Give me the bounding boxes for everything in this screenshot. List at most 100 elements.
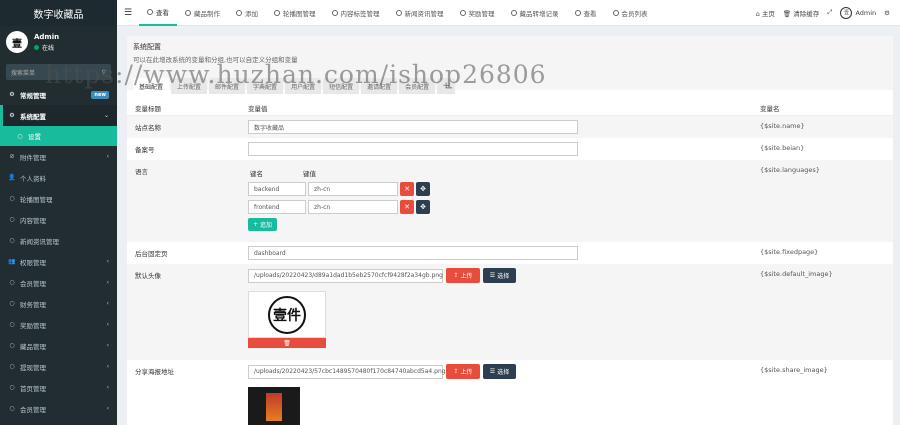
- sidebar-item-content: ○ 提现管理: [8, 362, 46, 372]
- beian-input[interactable]: [248, 142, 578, 156]
- sidebar-item[interactable]: ○ 轮播图管理: [0, 188, 117, 209]
- sidebar-item[interactable]: ○ 会员管理 ‹: [0, 398, 117, 419]
- nav-tab-label: 查看: [583, 9, 597, 18]
- group-tab[interactable]: 字典配置: [247, 78, 284, 94]
- nav-tab[interactable]: 轮播图管理: [266, 0, 324, 26]
- site-name-input[interactable]: 数字收藏品: [248, 120, 578, 134]
- menu-toggle-icon[interactable]: ☰: [117, 8, 139, 18]
- remove-row-icon[interactable]: ✕: [400, 182, 414, 196]
- sidebar-item[interactable]: ○ 新闻资讯管理: [0, 230, 117, 251]
- sidebar-item[interactable]: ○ 会员管理 ‹: [0, 272, 117, 293]
- drag-handle-icon[interactable]: ✥: [416, 182, 430, 196]
- sidebar-item[interactable]: ○ 首页管理 ‹: [0, 377, 117, 398]
- clear-cache-label: 清除缓存: [793, 9, 820, 18]
- sidebar-item-label: 奖励管理: [20, 321, 46, 330]
- upload-button[interactable]: ⇪ 上传: [446, 268, 480, 283]
- group-tab[interactable]: 用户配置: [285, 78, 322, 94]
- app-brand[interactable]: 数字收藏品: [0, 0, 117, 26]
- clear-cache-button[interactable]: 🗑 清除缓存: [783, 8, 819, 18]
- sidebar-item-content: ⊘ 附件管理: [8, 152, 46, 162]
- lang-key-input[interactable]: frontend: [248, 200, 306, 214]
- config-row-beian: 备案号 {$site.beian}: [127, 138, 893, 160]
- sidebar-item[interactable]: 👤 个人资料: [0, 167, 117, 188]
- chevron-left-icon: ‹: [106, 363, 109, 370]
- nav-tab[interactable]: 会员列表: [605, 0, 656, 26]
- circle-icon: ○: [9, 321, 15, 328]
- choose-button[interactable]: ☰ 选择: [483, 364, 516, 379]
- settings-gear-icon[interactable]: ⚙: [884, 9, 890, 17]
- sidebar-item[interactable]: ○ 内容管理: [0, 209, 117, 230]
- chevron-left-icon: ‹: [106, 321, 109, 328]
- drag-handle-icon[interactable]: ✥: [416, 200, 430, 214]
- row-title: 分享海报地址: [135, 368, 174, 376]
- chevron-left-icon: ‹: [106, 279, 109, 286]
- sidebar-item[interactable]: ○ 藏品管理 ‹: [0, 335, 117, 356]
- list-icon: ☰: [489, 272, 496, 279]
- sidebar-item[interactable]: ○ 奖励管理 ‹: [0, 314, 117, 335]
- nav-tab-label: 藏品制作: [194, 9, 220, 18]
- default-image-thumbnail[interactable]: 壹件: [248, 291, 326, 338]
- default-image-path-input[interactable]: /uploads/20220423/d89a1dad1b5eb2570cfcf9…: [248, 268, 443, 283]
- sidebar-item-label: 权限管理: [20, 258, 46, 267]
- delete-image-button[interactable]: 🗑: [248, 338, 326, 348]
- sidebar-item-label: 常规管理: [20, 91, 46, 100]
- fixedpage-input[interactable]: dashboard: [248, 246, 578, 260]
- sidebar-item[interactable]: ⚙ 常规管理 new: [0, 84, 117, 105]
- chevron-left-icon: ‹: [106, 405, 109, 412]
- nav-tab[interactable]: 查看: [139, 0, 177, 26]
- gears-icon: ⚙: [9, 91, 15, 98]
- admin-menu[interactable]: 壹 Admin: [840, 6, 877, 19]
- append-button[interactable]: + 追加: [248, 218, 277, 231]
- sidebar-item-label: 新闻资讯管理: [20, 237, 59, 246]
- home-link[interactable]: ⌂ 主页: [756, 8, 775, 18]
- share-image-thumbnail[interactable]: [248, 387, 300, 425]
- add-group-icon[interactable]: +: [437, 78, 456, 94]
- group-tab[interactable]: 短信配置: [323, 78, 360, 94]
- sidebar-item[interactable]: 👥 权限管理 ‹: [0, 251, 117, 272]
- share-image-path-input[interactable]: /uploads/20220423/57cbc1489570480f170c84…: [248, 364, 446, 379]
- row-title: 站点名称: [135, 124, 161, 132]
- kv-key-header: 键名: [250, 170, 263, 178]
- remove-row-icon[interactable]: ✕: [400, 200, 414, 214]
- lang-value-input[interactable]: zh-cn: [308, 182, 398, 196]
- admin-label: Admin: [855, 8, 877, 17]
- sidebar-item[interactable]: ○ 提现管理 ‹: [0, 356, 117, 377]
- sidebar-item[interactable]: ⊘ 附件管理 ‹: [0, 146, 117, 167]
- nav-tab[interactable]: 查看: [567, 0, 605, 26]
- search-icon[interactable]: ⚲: [102, 69, 106, 76]
- group-tab[interactable]: 会员配置: [399, 78, 436, 94]
- sidebar: 数字收藏品 壹 Admin 在线 搜索菜单 ⚲ ⚙ 常规管理 new ⚙ 系统配置 ⌄ ○ 设…: [0, 0, 117, 425]
- circle-icon: [612, 9, 619, 16]
- sidebar-item-content: ⚙ 系统配置: [8, 111, 46, 121]
- lang-value-input[interactable]: zh-cn: [308, 200, 398, 214]
- circle-icon: ○: [9, 216, 15, 223]
- nav-tab[interactable]: 奖励管理: [452, 0, 503, 26]
- nav-tab-label: 查看: [156, 8, 169, 17]
- choose-button[interactable]: ☰ 选择: [483, 268, 516, 283]
- upload-button[interactable]: ⇪ 上传: [446, 364, 480, 379]
- sidebar-item[interactable]: ⚙ 系统配置 ⌄: [0, 105, 117, 126]
- circle-icon: ○: [9, 300, 15, 307]
- nav-tab[interactable]: 藏品转增记录: [503, 0, 567, 26]
- group-tab[interactable]: 邮件配置: [209, 78, 246, 94]
- sidebar-search-input[interactable]: 搜索菜单 ⚲: [6, 64, 111, 80]
- top-navbar: ☰ 查看 藏品制作 添加 轮播图管理 内容标签管理 新闻资讯管理 奖励管理 藏品转增记录 查看 会…: [117, 0, 900, 26]
- circle-icon: ○: [9, 237, 15, 244]
- header-title: 变量标题: [135, 104, 161, 113]
- circle-icon: [331, 9, 338, 16]
- kv-header: 键名 键值: [248, 168, 760, 178]
- sidebar-item[interactable]: ○ 财务管理 ‹: [0, 293, 117, 314]
- fullscreen-icon[interactable]: ⤢: [827, 8, 832, 17]
- sidebar-item-content: ○ 财务管理: [8, 299, 46, 309]
- sidebar-item[interactable]: ○ 设置: [0, 126, 117, 146]
- home-icon: ⌂: [755, 9, 760, 18]
- nav-tab[interactable]: 内容标签管理: [324, 0, 388, 26]
- group-tab[interactable]: 上传配置: [171, 78, 208, 94]
- group-tab[interactable]: 基础配置: [133, 78, 170, 94]
- lang-key-input[interactable]: backend: [248, 182, 306, 196]
- group-tab[interactable]: 邀请配置: [361, 78, 398, 94]
- nav-tab[interactable]: 新闻资讯管理: [388, 0, 452, 26]
- nav-tab[interactable]: 添加: [228, 0, 266, 26]
- nav-tab[interactable]: 藏品制作: [177, 0, 228, 26]
- circle-icon: ○: [9, 195, 15, 202]
